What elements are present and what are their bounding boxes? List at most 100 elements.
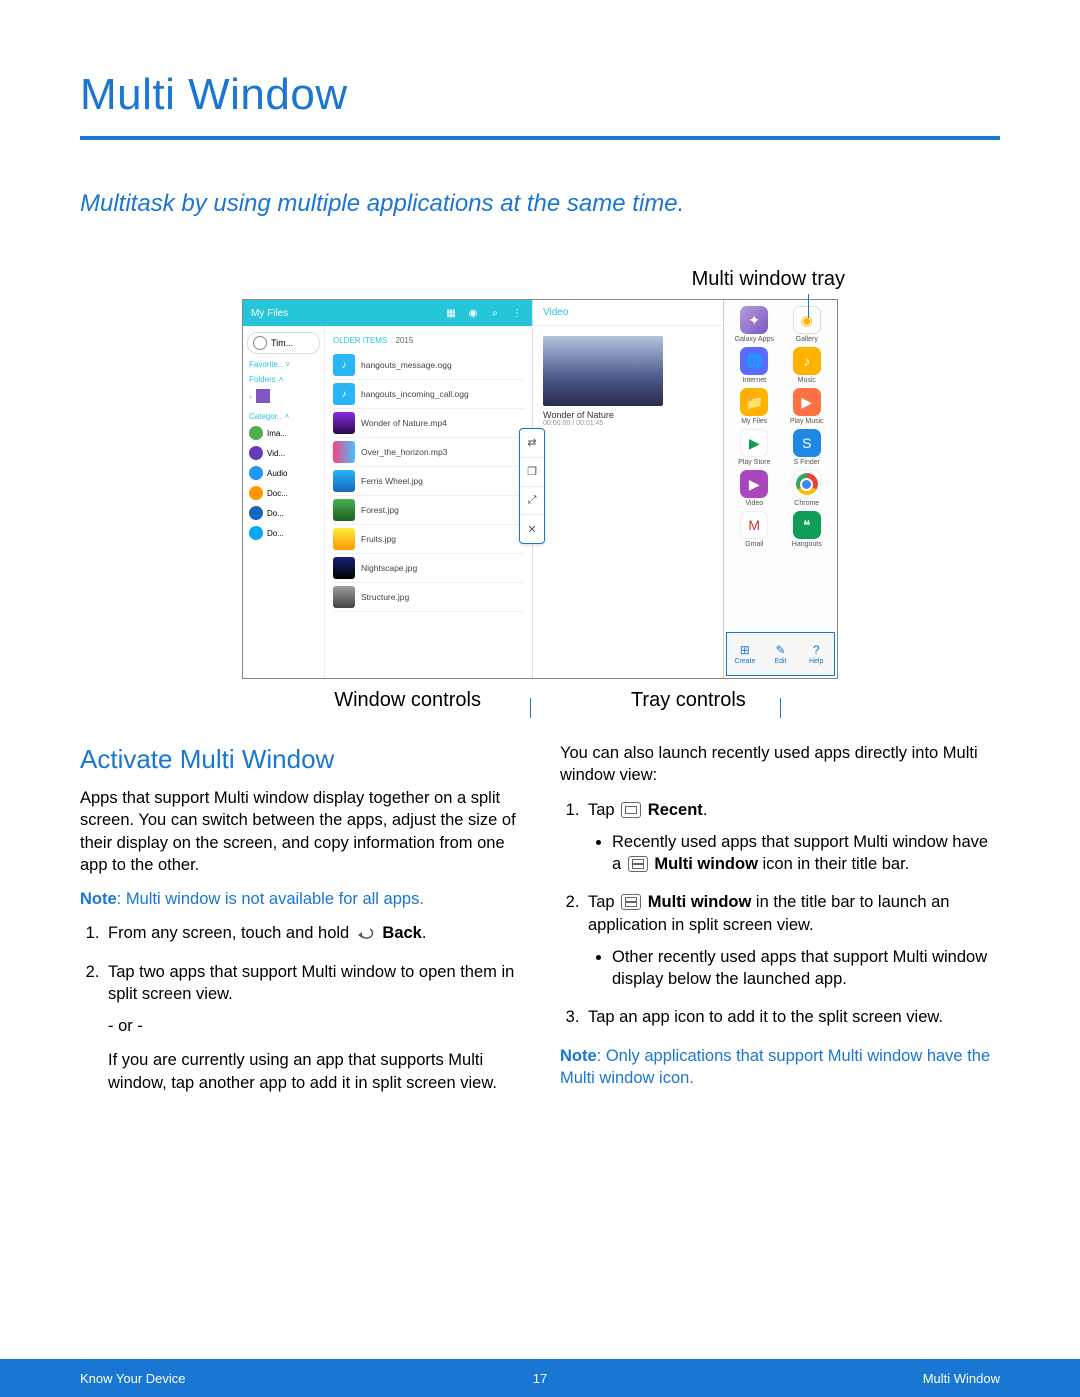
myfiles-icon: 📁 <box>740 388 768 416</box>
music-icon: ♪ <box>793 347 821 375</box>
callout-windowcontrols-label: Window controls <box>334 689 481 712</box>
step-1: From any screen, touch and hold Back. <box>104 922 520 944</box>
tray-app-gmail[interactable]: MGmail <box>728 511 781 548</box>
wc-minimize-icon[interactable]: ⤢ <box>520 487 544 516</box>
tray-app-label: Gmail <box>745 541 763 548</box>
right-note: Note: Only applications that support Mul… <box>560 1045 1000 1090</box>
tray-app-playstore[interactable]: ▶ Play Store <box>728 429 781 466</box>
title-rule <box>80 136 1000 140</box>
footer-right: Multi Window <box>800 1371 1000 1386</box>
cat-images[interactable]: Ima... <box>247 423 320 443</box>
file-row[interactable]: Forest.jpg <box>333 496 524 525</box>
playstore-icon: ▶ <box>740 429 768 457</box>
or-separator: - or - <box>80 1015 520 1037</box>
file-row[interactable]: Wonder of Nature.mp4 <box>333 409 524 438</box>
tray-app-myfiles[interactable]: 📁 My Files <box>728 388 781 425</box>
filelist-year: 2015 <box>395 336 413 345</box>
grid-icon[interactable]: ▦ <box>444 308 458 319</box>
tray-app-hangouts[interactable]: ❝ Hangouts <box>781 511 834 548</box>
intro-paragraph: Apps that support Multi window display t… <box>80 787 520 876</box>
tray-app-label: Music <box>798 377 816 384</box>
r-step-2-sub: Other recently used apps that support Mu… <box>612 946 1000 991</box>
r-step-1-sub: Recently used apps that support Multi wi… <box>612 831 1000 876</box>
video-thumbnail[interactable] <box>543 336 663 406</box>
galaxy-icon: ✦ <box>740 306 768 334</box>
video-pane: Video Wonder of Nature 00:00:00 / 00:01:… <box>533 300 723 678</box>
callout-traycontrols-label: Tray controls <box>631 689 746 712</box>
tray-app-label: Internet <box>742 377 766 384</box>
cat-videos[interactable]: Vid... <box>247 443 320 463</box>
tray-app-label: Hangouts <box>792 541 822 548</box>
home-icon[interactable]: ◉ <box>466 308 480 319</box>
tray-app-video[interactable]: ▶ Video <box>728 470 781 507</box>
tray-app-sfinder[interactable]: S S Finder <box>781 429 834 466</box>
r-step-3: Tap an app icon to add it to the split s… <box>584 1006 1000 1028</box>
search-icon[interactable]: ⌕ <box>488 308 502 319</box>
sidebar-section-folders[interactable]: Folders˄ <box>249 375 320 384</box>
tray-app-label: My Files <box>741 418 767 425</box>
gallery-icon: ◉ <box>793 306 821 334</box>
folder-item[interactable]: › <box>247 386 320 406</box>
tray-app-music[interactable]: ♪ Music <box>781 347 834 384</box>
page-title: Multi Window <box>80 70 1000 136</box>
note-text: Note: Multi window is not available for … <box>80 888 520 910</box>
sidebar-recent[interactable]: Tim... <box>247 332 320 354</box>
hangouts-icon: ❝ <box>793 511 821 539</box>
file-row[interactable]: Fruits.jpg <box>333 525 524 554</box>
recent-icon <box>621 802 641 818</box>
page-footer: Know Your Device 17 Multi Window <box>0 1359 1080 1397</box>
cat-doc[interactable]: Doc... <box>247 483 320 503</box>
tray-create-button[interactable]: ⊞Create <box>727 633 763 675</box>
step-2-alt: If you are currently using an app that s… <box>80 1049 520 1094</box>
r-step-1: Tap Recent. Recently used apps that supp… <box>584 799 1000 876</box>
screenshot-figure: My Files ▦ ◉ ⌕ ⋮ Tim... <box>242 299 838 679</box>
wc-drag-icon[interactable]: ❐ <box>520 458 544 487</box>
tray-app-label: S Finder <box>794 459 820 466</box>
page-subtitle: Multitask by using multiple applications… <box>80 190 1000 218</box>
section-heading: Activate Multi Window <box>80 742 520 777</box>
callout-tray-label: Multi window tray <box>80 268 1000 291</box>
sfinder-icon: S <box>793 429 821 457</box>
tray-app-label: Video <box>745 500 763 507</box>
wc-close-icon[interactable]: ✕ <box>520 515 544 543</box>
tray-app-playmusic[interactable]: ▶Play Music <box>781 388 834 425</box>
r-step-2: Tap Multi window in the title bar to lau… <box>584 891 1000 990</box>
sidebar-recent-label: Tim... <box>271 338 293 348</box>
file-row[interactable]: Structure.jpg <box>333 583 524 612</box>
cat-audio[interactable]: Audio <box>247 463 320 483</box>
tray-app-label: Play Music <box>790 418 824 425</box>
sidebar-section-categories[interactable]: Categor..˄ <box>249 412 320 421</box>
myfiles-title: My Files <box>251 308 288 319</box>
file-row[interactable]: Ferris Wheel.jpg <box>333 467 524 496</box>
tray-app-label: Chrome <box>794 500 819 507</box>
more-icon[interactable]: ⋮ <box>510 308 524 319</box>
multiwindow-icon <box>628 856 648 872</box>
wc-swap-icon[interactable]: ⇄ <box>520 429 544 458</box>
file-row[interactable]: Over_the_horizon.mp3 <box>333 438 524 467</box>
file-row[interactable]: ♪hangouts_incoming_call.ogg <box>333 380 524 409</box>
video-title: Video <box>543 307 568 318</box>
multiwindow-tray: ✦ Galaxy Apps ◉Gallery🌐Internet ♪ Music 📁 My F… <box>723 300 837 678</box>
file-row[interactable]: Nightscape.jpg <box>333 554 524 583</box>
tray-controls: ⊞Create ✎Edit ?Help <box>726 632 835 676</box>
cat-downloads[interactable]: Do... <box>247 503 320 523</box>
video-name: Wonder of Nature <box>543 410 713 420</box>
tray-help-button[interactable]: ?Help <box>798 633 834 675</box>
video-icon: ▶ <box>740 470 768 498</box>
myfiles-pane: My Files ▦ ◉ ⌕ ⋮ Tim... <box>243 300 533 678</box>
window-controls: ⇄ ❐ ⤢ ✕ <box>519 428 545 544</box>
tray-app-label: Play Store <box>738 459 770 466</box>
right-intro: You can also launch recently used apps d… <box>560 742 1000 787</box>
tray-app-label: Galaxy Apps <box>735 336 774 343</box>
tray-edit-button[interactable]: ✎Edit <box>763 633 799 675</box>
tray-app-galaxy[interactable]: ✦ Galaxy Apps <box>728 306 781 343</box>
tray-app-internet[interactable]: 🌐Internet <box>728 347 781 384</box>
multiwindow-icon <box>621 894 641 910</box>
file-row[interactable]: ♪hangouts_message.ogg <box>333 351 524 380</box>
sidebar-section-favorite[interactable]: Favorite..˅ <box>249 360 320 369</box>
tray-app-chrome[interactable]: Chrome <box>781 470 834 507</box>
tray-app-gallery[interactable]: ◉Gallery <box>781 306 834 343</box>
cat-downloads2[interactable]: Do... <box>247 523 320 543</box>
step-2: Tap two apps that support Multi window t… <box>104 961 520 1006</box>
footer-left: Know Your Device <box>80 1371 280 1386</box>
